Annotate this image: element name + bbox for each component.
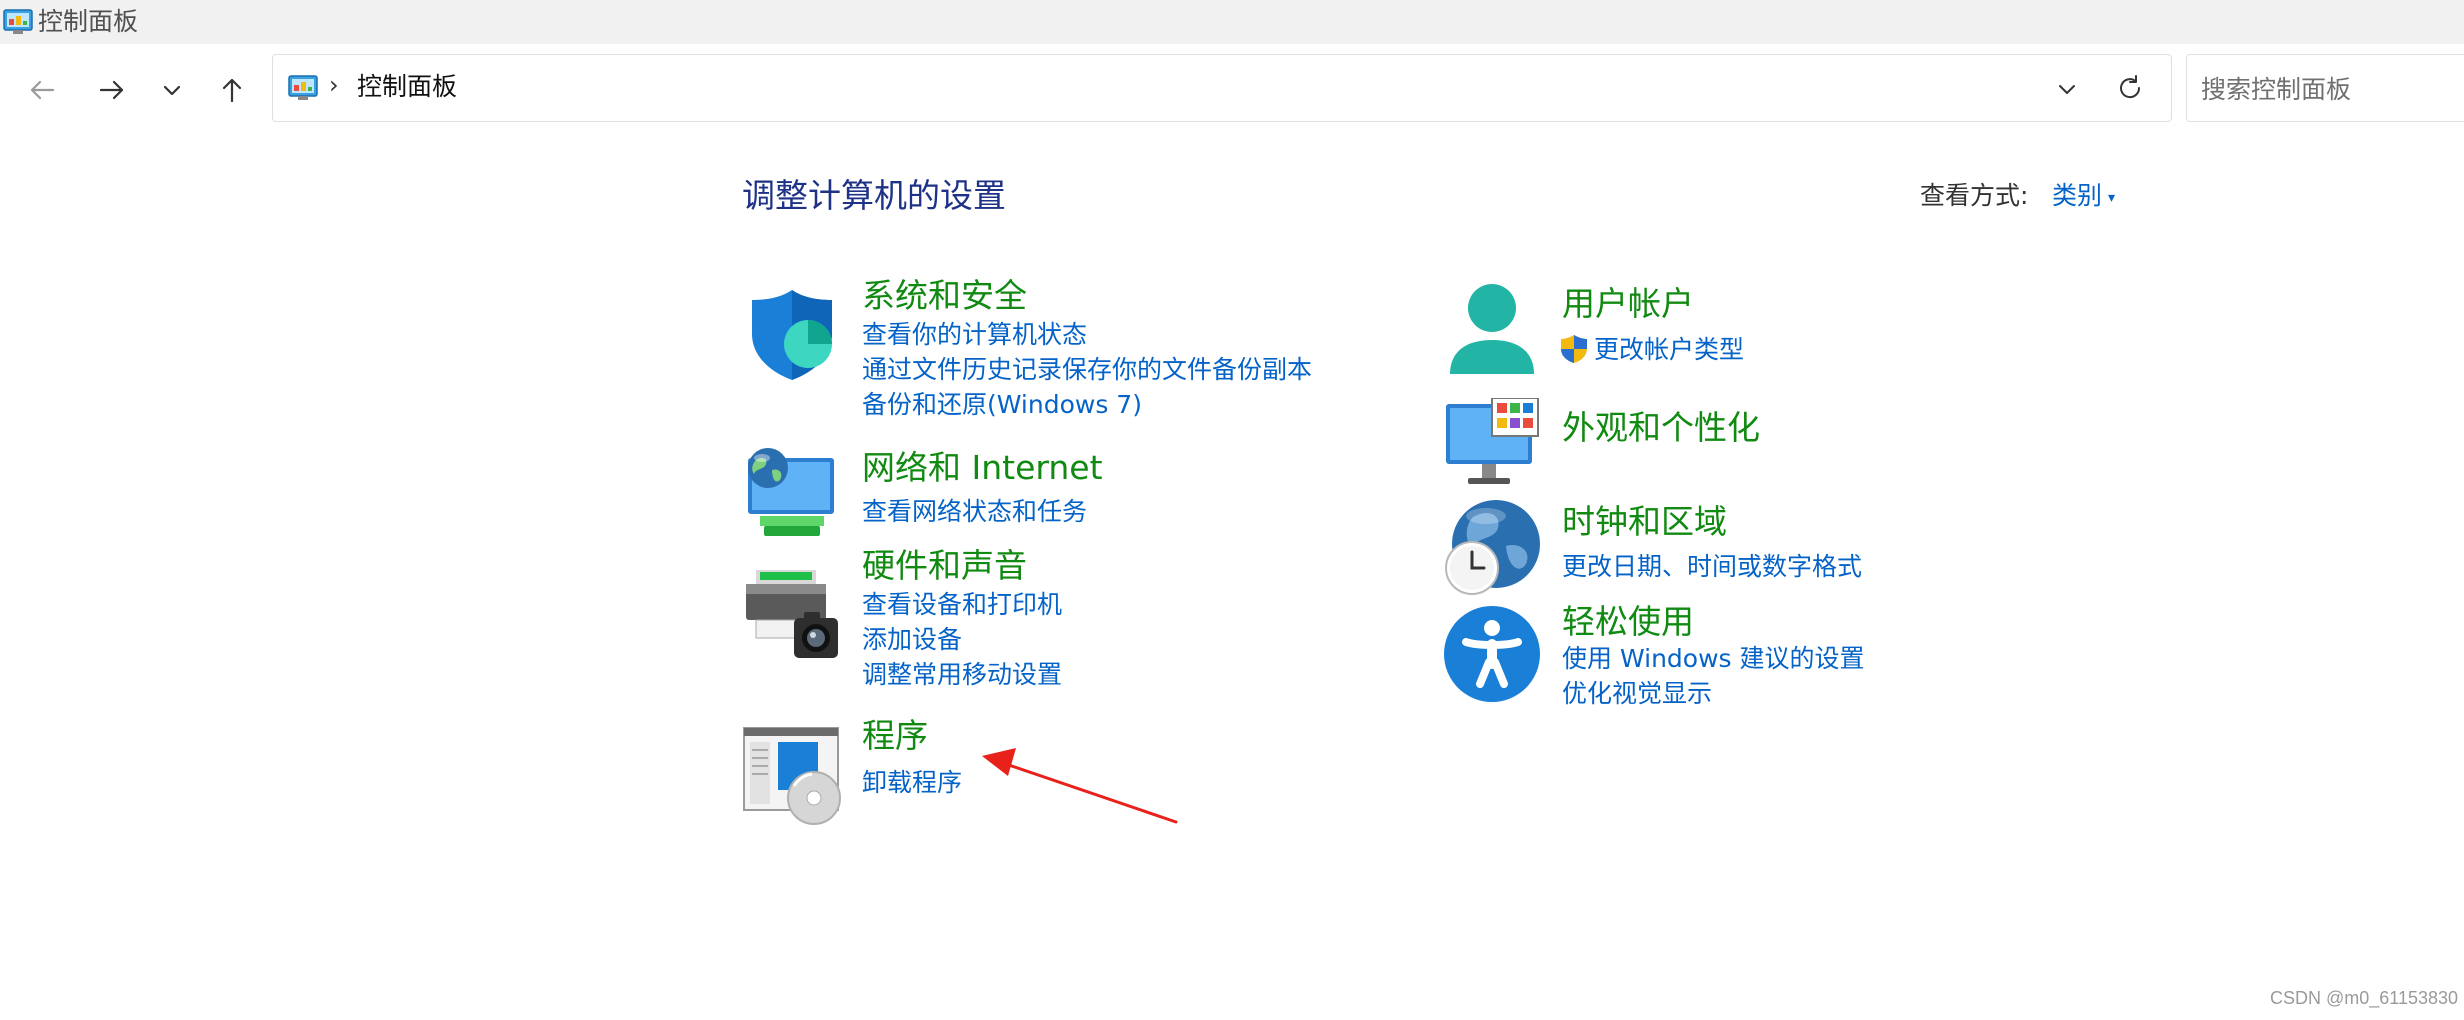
link-change-account-type[interactable]: 更改帐户类型 bbox=[1594, 333, 1744, 367]
uac-shield-icon bbox=[1561, 335, 1587, 363]
control-panel-icon bbox=[288, 75, 318, 100]
printer-camera-icon[interactable] bbox=[742, 566, 842, 666]
programs-disc-icon[interactable] bbox=[742, 726, 842, 826]
shield-icon[interactable] bbox=[742, 284, 842, 384]
link-add-device[interactable]: 添加设备 bbox=[862, 623, 962, 657]
category-network-internet[interactable]: 网络和 Internet bbox=[862, 446, 1103, 490]
link-network-status[interactable]: 查看网络状态和任务 bbox=[862, 495, 1087, 529]
address-bar[interactable]: › 控制面板 bbox=[272, 54, 2172, 122]
view-by-dropdown[interactable]: 类别 bbox=[2052, 178, 2102, 214]
category-appearance-personalization[interactable]: 外观和个性化 bbox=[1562, 406, 1760, 450]
link-uninstall-program[interactable]: 卸载程序 bbox=[862, 766, 962, 800]
category-programs[interactable]: 程序 bbox=[862, 714, 928, 758]
category-clock-region[interactable]: 时钟和区域 bbox=[1562, 500, 1727, 544]
arrow-right-icon bbox=[99, 80, 124, 100]
category-system-security[interactable]: 系统和安全 bbox=[862, 274, 1027, 318]
annotation-arrow-icon bbox=[982, 748, 1178, 824]
monitor-icon[interactable] bbox=[1442, 398, 1542, 498]
chevron-down-icon bbox=[163, 85, 181, 96]
watermark: CSDN @m0_61153830 bbox=[2270, 988, 2459, 1008]
accessibility-icon[interactable] bbox=[1442, 604, 1542, 704]
navigation-bar: › 控制面板 bbox=[0, 44, 2464, 136]
page-title: 调整计算机的设置 bbox=[742, 176, 1006, 215]
recent-locations-button[interactable] bbox=[150, 68, 194, 112]
search-box[interactable] bbox=[2186, 54, 2464, 122]
caret-down-icon[interactable]: ▾ bbox=[2108, 190, 2115, 206]
category-hardware-sound[interactable]: 硬件和声音 bbox=[862, 544, 1027, 588]
user-icon[interactable] bbox=[1442, 280, 1542, 380]
window-title: 控制面板 bbox=[38, 7, 139, 36]
view-by-label: 查看方式: bbox=[1920, 181, 2029, 210]
category-user-accounts[interactable]: 用户帐户 bbox=[1562, 282, 1694, 326]
link-mobility-settings[interactable]: 调整常用移动设置 bbox=[862, 658, 1062, 692]
control-panel-icon bbox=[3, 9, 33, 34]
forward-button[interactable] bbox=[90, 68, 134, 112]
arrow-left-icon bbox=[30, 80, 55, 100]
clock-globe-icon[interactable] bbox=[1442, 498, 1542, 598]
back-button[interactable] bbox=[20, 68, 64, 112]
refresh-icon[interactable] bbox=[2115, 73, 2145, 103]
link-optimize-visual-display[interactable]: 优化视觉显示 bbox=[1562, 677, 1712, 711]
breadcrumb-control-panel[interactable]: 控制面板 bbox=[357, 70, 457, 104]
link-date-time-format[interactable]: 更改日期、时间或数字格式 bbox=[1562, 550, 1862, 584]
link-recommended-settings[interactable]: 使用 Windows 建议的设置 bbox=[1562, 642, 1865, 676]
link-check-computer-status[interactable]: 查看你的计算机状态 bbox=[862, 318, 1087, 352]
link-devices-printers[interactable]: 查看设备和打印机 bbox=[862, 588, 1062, 622]
network-globe-icon[interactable] bbox=[742, 446, 842, 546]
link-backup-restore[interactable]: 备份和还原(Windows 7) bbox=[862, 388, 1142, 422]
chevron-down-icon[interactable] bbox=[2053, 75, 2081, 103]
breadcrumb-separator[interactable]: › bbox=[329, 71, 339, 99]
link-file-history-backup[interactable]: 通过文件历史记录保存你的文件备份副本 bbox=[862, 353, 1312, 387]
category-ease-of-access[interactable]: 轻松使用 bbox=[1562, 600, 1694, 644]
search-input[interactable] bbox=[2199, 69, 2463, 109]
up-button[interactable] bbox=[210, 68, 254, 112]
title-bar: 控制面板 bbox=[0, 0, 2464, 44]
arrow-up-icon bbox=[222, 78, 242, 103]
